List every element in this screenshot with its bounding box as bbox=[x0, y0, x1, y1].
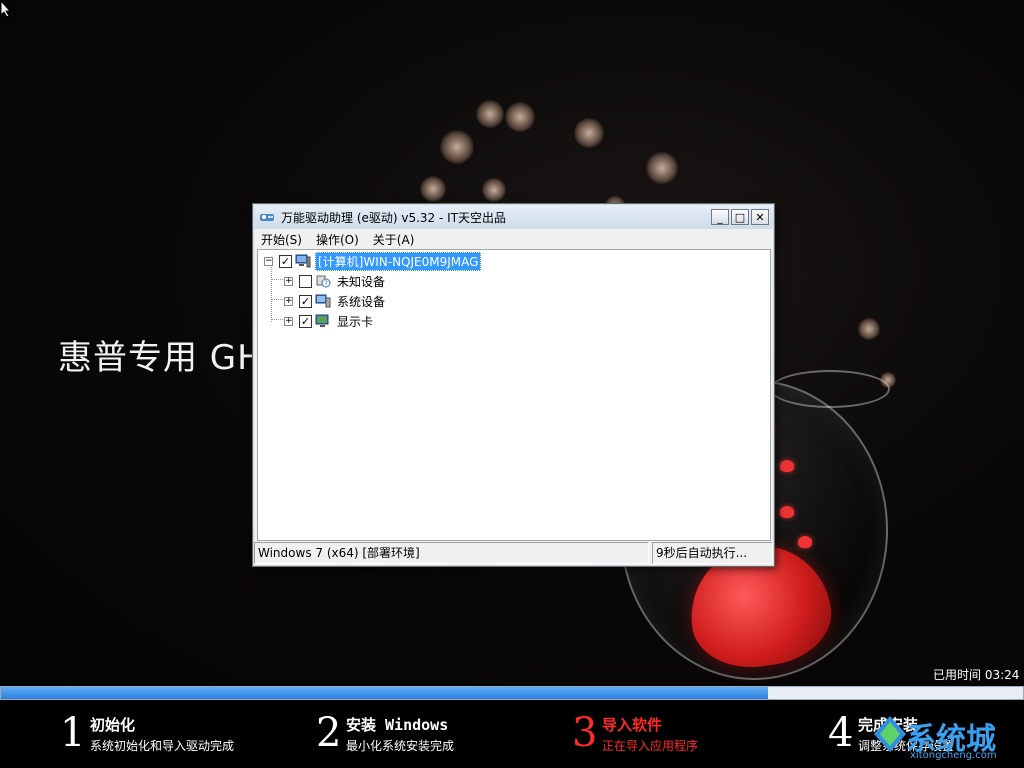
status-bar: Windows 7 (x64) [部署环境] 9秒后自动执行... bbox=[254, 541, 773, 565]
install-progress-bar bbox=[0, 686, 1024, 700]
expand-icon[interactable]: + bbox=[284, 316, 293, 326]
step-number: 4 bbox=[828, 710, 854, 756]
expand-icon[interactable]: + bbox=[284, 276, 293, 286]
tree-root-label: [计算机]WIN-NQJE0M9JMAG bbox=[315, 251, 482, 271]
step-number: 2 bbox=[316, 710, 342, 756]
step-title: 初始化 bbox=[90, 716, 136, 734]
tree-item-system-device[interactable]: + ✓ 系统设备 bbox=[284, 292, 387, 310]
tree-item-label: 显示卡 bbox=[337, 314, 374, 329]
computer-icon bbox=[295, 254, 311, 268]
expand-icon[interactable]: + bbox=[284, 296, 293, 306]
menu-start[interactable]: 开始(S) bbox=[254, 231, 309, 248]
collapse-icon[interactable]: − bbox=[264, 256, 273, 266]
tree-item-display-card[interactable]: + ✓ 显示卡 bbox=[284, 312, 375, 330]
watermark: 系统城 xitongcheng.com bbox=[870, 712, 1020, 764]
step-title: 安装 Windows bbox=[346, 716, 449, 734]
minimize-button[interactable]: _ bbox=[711, 209, 729, 225]
tree-item-unknown-device[interactable]: + ? 未知设备 bbox=[284, 272, 387, 290]
watermark-logo-icon bbox=[874, 716, 906, 752]
step-subtitle: 最小化系统安装完成 bbox=[346, 739, 455, 753]
display-card-icon bbox=[315, 314, 329, 327]
tree-item-checkbox[interactable] bbox=[299, 274, 312, 288]
step-subtitle: 正在导入应用程序 bbox=[602, 739, 699, 753]
elapsed-time: 已用时间 03:24 bbox=[933, 668, 1020, 682]
progress-fill bbox=[1, 687, 768, 699]
menu-bar: 开始(S) 操作(O) 关于(A) bbox=[254, 229, 773, 249]
tree-item-label: 系统设备 bbox=[337, 294, 386, 309]
close-button[interactable]: ✕ bbox=[751, 209, 769, 225]
watermark-url: xitongcheng.com bbox=[910, 750, 997, 761]
window-titlebar[interactable]: 万能驱动助理 (e驱动) v5.32 - IT天空出品 _ □ ✕ bbox=[254, 205, 773, 229]
driver-assistant-window[interactable]: 万能驱动助理 (e驱动) v5.32 - IT天空出品 _ □ ✕ 开始(S) … bbox=[252, 203, 775, 567]
step-subtitle: 系统初始化和导入驱动完成 bbox=[90, 739, 235, 753]
window-title: 万能驱动助理 (e驱动) v5.32 - IT天空出品 bbox=[281, 210, 507, 225]
unknown-device-icon: ? bbox=[316, 275, 331, 288]
step-title: 导入软件 bbox=[602, 716, 663, 734]
menu-about[interactable]: 关于(A) bbox=[366, 231, 422, 248]
menu-operate[interactable]: 操作(O) bbox=[309, 231, 366, 248]
tree-item-label: 未知设备 bbox=[337, 274, 386, 289]
tree-root-row[interactable]: − ✓ [计算机]WIN-NQJE0M9JMAG bbox=[264, 251, 482, 271]
svg-text:?: ? bbox=[324, 280, 328, 288]
device-tree[interactable]: − ✓ [计算机]WIN-NQJE0M9JMAG + ? 未知设备 + ✓ 系统… bbox=[257, 249, 771, 541]
mouse-cursor-icon bbox=[0, 0, 12, 18]
step-number: 1 bbox=[60, 710, 86, 756]
system-device-icon bbox=[315, 294, 331, 308]
step-number: 3 bbox=[572, 710, 598, 756]
tree-item-checkbox[interactable]: ✓ bbox=[299, 314, 312, 328]
status-environment: Windows 7 (x64) [部署环境] bbox=[254, 542, 649, 564]
tree-root-checkbox[interactable]: ✓ bbox=[279, 254, 292, 268]
tree-item-checkbox[interactable]: ✓ bbox=[299, 294, 312, 308]
maximize-button[interactable]: □ bbox=[731, 209, 749, 225]
app-icon bbox=[260, 214, 274, 221]
status-countdown: 9秒后自动执行... bbox=[652, 542, 773, 564]
